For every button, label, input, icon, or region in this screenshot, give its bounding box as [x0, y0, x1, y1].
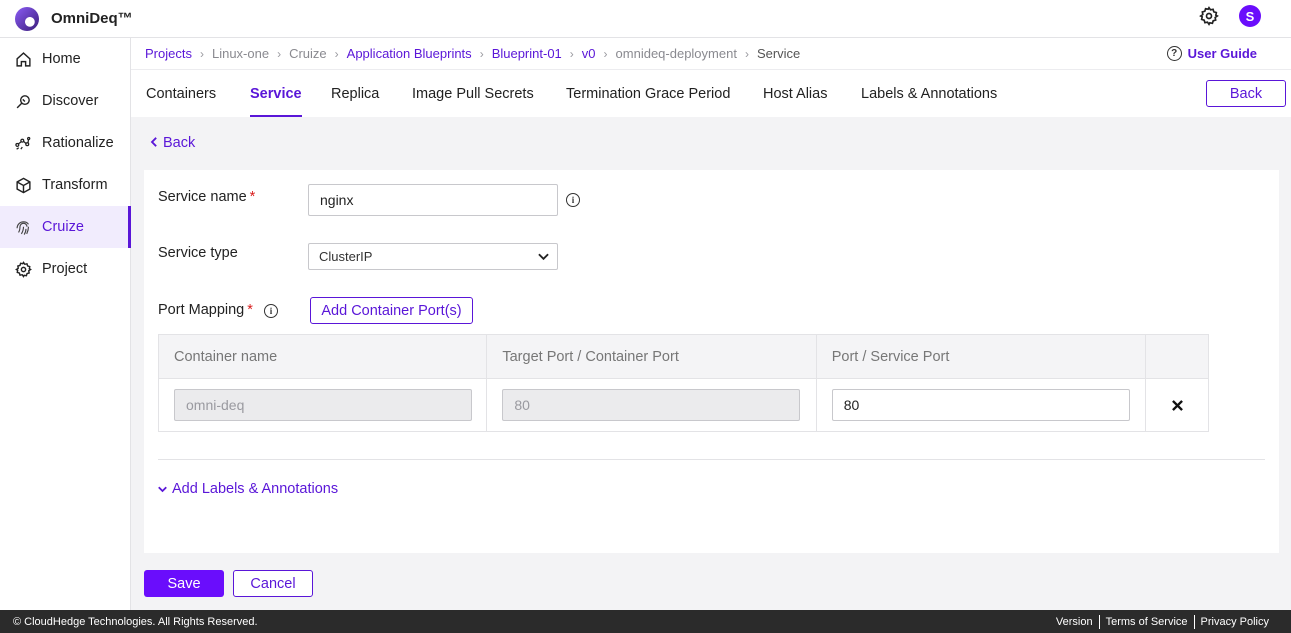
breadcrumb-separator-icon: › — [334, 46, 339, 61]
gear-icon — [14, 260, 32, 278]
breadcrumb-separator-icon: › — [479, 46, 484, 61]
tab-termination-grace-period[interactable]: Termination Grace Period — [566, 70, 730, 117]
breadcrumb-version[interactable]: v0 — [582, 46, 596, 61]
add-container-port-button[interactable]: Add Container Port(s) — [310, 297, 473, 324]
container-name-input: omni-deq — [174, 389, 472, 421]
chevron-left-icon — [150, 135, 159, 151]
breadcrumb-separator-icon: › — [603, 46, 608, 61]
settings-gear-icon[interactable] — [1199, 6, 1219, 26]
section-divider — [158, 459, 1265, 460]
add-labels-annotations-label: Add Labels & Annotations — [172, 481, 339, 497]
cell-container-name: omni-deq — [159, 378, 488, 431]
footer-link-version[interactable]: Version — [1050, 616, 1099, 628]
breadcrumb: Projects › Linux-one › Cruize › Applicat… — [131, 38, 1291, 70]
cell-target-port: 80 — [487, 378, 817, 431]
back-button[interactable]: Back — [1206, 80, 1286, 107]
port-mapping-label: Port Mapping * — [158, 302, 253, 318]
service-port-input[interactable]: 80 — [831, 389, 1130, 421]
breadcrumb-blueprint[interactable]: Blueprint-01 — [492, 46, 562, 61]
table-header-row: Container name Target Port / Container P… — [159, 335, 1208, 378]
column-header-target-port: Target Port / Container Port — [487, 335, 817, 378]
brand-name: OmniDeq™ — [51, 10, 133, 27]
tab-service[interactable]: Service — [250, 70, 302, 117]
service-name-input[interactable]: nginx — [308, 184, 558, 216]
footer-copyright: © CloudHedge Technologies. All Rights Re… — [13, 615, 258, 628]
footer-link-privacy[interactable]: Privacy Policy — [1195, 616, 1275, 628]
sidebar-item-label: Discover — [42, 93, 99, 109]
sidebar-item-discover[interactable]: Discover — [0, 80, 130, 122]
sidebar-item-home[interactable]: Home — [0, 38, 130, 80]
user-avatar[interactable]: S — [1239, 5, 1261, 27]
tab-containers[interactable]: Containers — [146, 70, 216, 117]
sidebar-item-cruize[interactable]: Cruize — [0, 206, 131, 248]
discover-icon — [14, 92, 32, 110]
save-button[interactable]: Save — [144, 570, 224, 597]
required-marker: * — [249, 189, 256, 205]
column-header-container-name: Container name — [159, 335, 488, 378]
cell-service-port: 80 — [816, 378, 1147, 431]
breadcrumb-separator-icon: › — [744, 46, 749, 61]
breadcrumb-separator-icon: › — [277, 46, 282, 61]
column-header-service-port: Port / Service Port — [816, 335, 1147, 378]
breadcrumb-application-blueprints[interactable]: Application Blueprints — [347, 46, 472, 61]
breadcrumb-separator-icon: › — [569, 46, 574, 61]
service-form-card: Service name * nginx i Service type Clust… — [144, 170, 1279, 553]
breadcrumb-current: Service — [756, 46, 801, 61]
user-guide-label: User Guide — [1187, 46, 1257, 61]
back-link[interactable]: Back — [150, 135, 195, 151]
target-port-input: 80 — [502, 389, 801, 421]
sidebar-item-transform[interactable]: Transform — [0, 164, 130, 206]
tab-host-alias[interactable]: Host Alias — [763, 70, 827, 117]
sidebar-item-label: Transform — [42, 177, 108, 193]
top-bar: OmniDeq™ S — [0, 0, 1291, 38]
port-mapping-label-text: Port Mapping — [158, 302, 245, 318]
cancel-button[interactable]: Cancel — [233, 570, 313, 597]
breadcrumb-deployment[interactable]: omnideq-deployment — [616, 46, 737, 61]
service-name-info-icon[interactable]: i — [566, 193, 580, 207]
service-type-select[interactable]: ClusterIP — [308, 243, 558, 270]
sidebar: Home Discover Rationalize Transform Crui… — [0, 38, 131, 610]
service-name-label-text: Service name — [158, 189, 247, 205]
footer-links: Version Terms of Service Privacy Policy — [1050, 610, 1275, 633]
sidebar-item-label: Project — [42, 261, 88, 277]
close-icon[interactable] — [1167, 395, 1187, 415]
service-name-label: Service name * — [158, 189, 255, 205]
breadcrumb-linux-one[interactable]: Linux-one — [212, 46, 269, 61]
chevron-down-icon — [158, 481, 167, 497]
cube-icon — [14, 176, 32, 194]
breadcrumb-projects[interactable]: Projects — [145, 46, 192, 61]
tab-bar: Containers Service Replica Image Pull Se… — [131, 70, 1291, 117]
back-link-label: Back — [163, 135, 196, 151]
rationalize-icon — [14, 134, 32, 152]
tab-replica[interactable]: Replica — [331, 70, 379, 117]
fingerprint-icon — [14, 218, 32, 236]
top-right-actions: S — [1199, 5, 1261, 27]
tab-labels-annotations[interactable]: Labels & Annotations — [861, 70, 997, 117]
required-marker: * — [247, 302, 253, 318]
port-mapping-info-icon[interactable]: i — [264, 304, 278, 318]
chevron-down-icon — [538, 249, 549, 264]
help-question-icon: ? — [1166, 46, 1182, 61]
breadcrumb-cruize[interactable]: Cruize — [289, 46, 327, 61]
service-type-value: ClusterIP — [319, 249, 373, 264]
service-type-label: Service type — [158, 245, 238, 261]
omnideq-logo-icon[interactable] — [15, 6, 39, 31]
sidebar-item-project[interactable]: Project — [0, 248, 130, 290]
footer: © CloudHedge Technologies. All Rights Re… — [0, 610, 1291, 633]
user-guide-link[interactable]: ? User Guide — [1166, 46, 1257, 61]
tab-image-pull-secrets[interactable]: Image Pull Secrets — [412, 70, 534, 117]
table-row: omni-deq 80 80 — [159, 378, 1208, 431]
sidebar-item-rationalize[interactable]: Rationalize — [0, 122, 130, 164]
sidebar-item-label: Cruize — [42, 219, 84, 235]
footer-link-terms[interactable]: Terms of Service — [1100, 616, 1194, 628]
sidebar-item-label: Rationalize — [42, 135, 114, 151]
home-icon — [14, 50, 32, 68]
breadcrumb-separator-icon: › — [199, 46, 204, 61]
sidebar-item-label: Home — [42, 51, 81, 67]
column-header-actions — [1146, 335, 1208, 378]
port-mapping-table: Container name Target Port / Container P… — [158, 334, 1209, 432]
add-labels-annotations-toggle[interactable]: Add Labels & Annotations — [158, 481, 338, 497]
cell-remove — [1146, 378, 1208, 431]
